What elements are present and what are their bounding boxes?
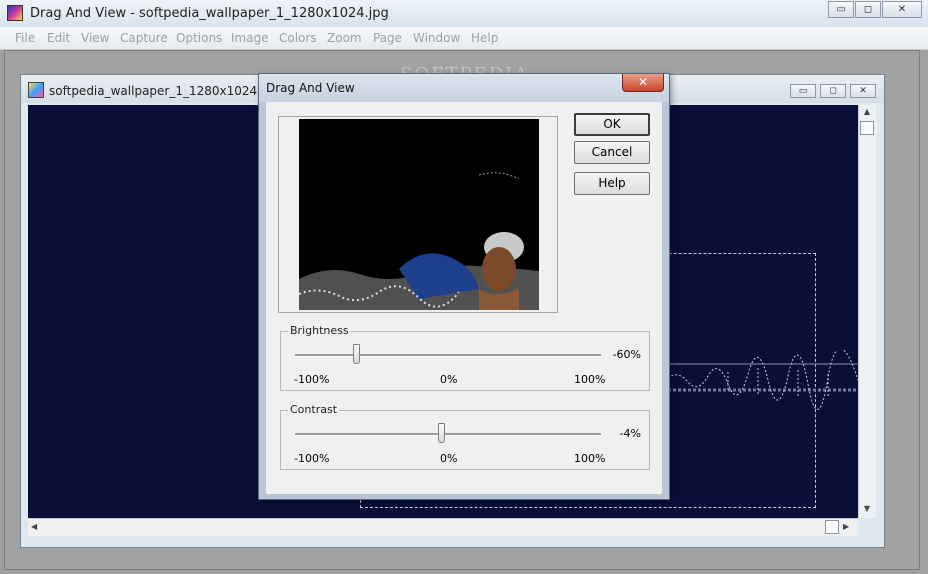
- menu-help[interactable]: Help: [471, 31, 498, 45]
- contrast-min-label: -100%: [294, 452, 330, 465]
- dialog-body: OK Cancel Help Brightness -60% -100% 0% …: [266, 102, 662, 494]
- dialog-close-button[interactable]: ✕: [622, 74, 664, 92]
- dialog-title: Drag And View: [266, 81, 355, 95]
- brightness-value: -60%: [612, 348, 641, 361]
- menu-file[interactable]: File: [15, 31, 35, 45]
- menu-bar: File Edit View Capture Options Image Col…: [0, 27, 928, 50]
- menu-window[interactable]: Window: [413, 31, 460, 45]
- menu-capture[interactable]: Capture: [120, 31, 168, 45]
- app-title-bar[interactable]: Drag And View - softpedia_wallpaper_1_12…: [0, 0, 928, 28]
- app-window: Drag And View - softpedia_wallpaper_1_12…: [0, 0, 928, 574]
- menu-options[interactable]: Options: [176, 31, 222, 45]
- child-window-controls: ▭ ◻ ✕: [786, 84, 876, 98]
- app-title: Drag And View - softpedia_wallpaper_1_12…: [30, 6, 389, 21]
- contrast-slider-thumb[interactable]: [438, 423, 446, 443]
- child-close-button[interactable]: ✕: [850, 84, 876, 98]
- help-button[interactable]: Help: [574, 172, 650, 195]
- ok-button[interactable]: OK: [574, 113, 650, 136]
- wallpaper-artwork: [668, 350, 858, 410]
- menu-page[interactable]: Page: [373, 31, 402, 45]
- preview-image: [299, 119, 539, 310]
- scroll-up-icon[interactable]: ▲: [862, 107, 872, 117]
- contrast-group: Contrast -4% -100% 0% 100%: [280, 403, 650, 470]
- menu-zoom[interactable]: Zoom: [327, 31, 362, 45]
- contrast-track[interactable]: [295, 433, 601, 436]
- scroll-down-icon[interactable]: ▼: [862, 504, 872, 514]
- child-title: softpedia_wallpaper_1_1280x1024.jpg: [49, 84, 280, 98]
- scroll-left-icon[interactable]: ◀: [31, 522, 37, 531]
- preview-artwork: [299, 119, 539, 310]
- scroll-right-icon[interactable]: ▶: [843, 522, 849, 531]
- brightness-max-label: 100%: [574, 373, 606, 386]
- vertical-scrollbar[interactable]: ▲ ▼: [858, 105, 876, 518]
- brightness-contrast-dialog: Drag And View ✕ OK Cancel Help Brightnes…: [258, 73, 670, 500]
- close-button[interactable]: ✕: [882, 1, 922, 18]
- menu-edit[interactable]: Edit: [47, 31, 70, 45]
- brightness-min-label: -100%: [294, 373, 330, 386]
- vertical-scroll-thumb[interactable]: [860, 121, 874, 135]
- menu-view[interactable]: View: [81, 31, 109, 45]
- menu-colors[interactable]: Colors: [279, 31, 317, 45]
- window-controls: ▭ ◻ ✕: [827, 1, 922, 19]
- contrast-mid-label: 0%: [440, 452, 458, 465]
- horizontal-scrollbar[interactable]: ◀ ▶: [28, 518, 858, 536]
- maximize-button[interactable]: ◻: [855, 1, 881, 18]
- app-icon: [7, 5, 23, 21]
- brightness-mid-label: 0%: [440, 373, 458, 386]
- horizontal-scroll-thumb[interactable]: [825, 520, 839, 534]
- cancel-button[interactable]: Cancel: [574, 141, 650, 164]
- brightness-group: Brightness -60% -100% 0% 100%: [280, 324, 650, 391]
- contrast-label: Contrast: [288, 403, 340, 416]
- preview-frame: [278, 116, 558, 313]
- contrast-max-label: 100%: [574, 452, 606, 465]
- dialog-title-bar[interactable]: Drag And View ✕: [259, 74, 669, 102]
- brightness-track[interactable]: [295, 354, 601, 357]
- brightness-label: Brightness: [288, 324, 351, 337]
- brightness-slider-thumb[interactable]: [352, 344, 360, 364]
- contrast-value: -4%: [619, 427, 641, 440]
- child-maximize-button[interactable]: ◻: [820, 84, 846, 98]
- child-minimize-button[interactable]: ▭: [790, 84, 816, 98]
- image-file-icon: [28, 82, 44, 98]
- minimize-button[interactable]: ▭: [828, 1, 854, 18]
- menu-image[interactable]: Image: [231, 31, 269, 45]
